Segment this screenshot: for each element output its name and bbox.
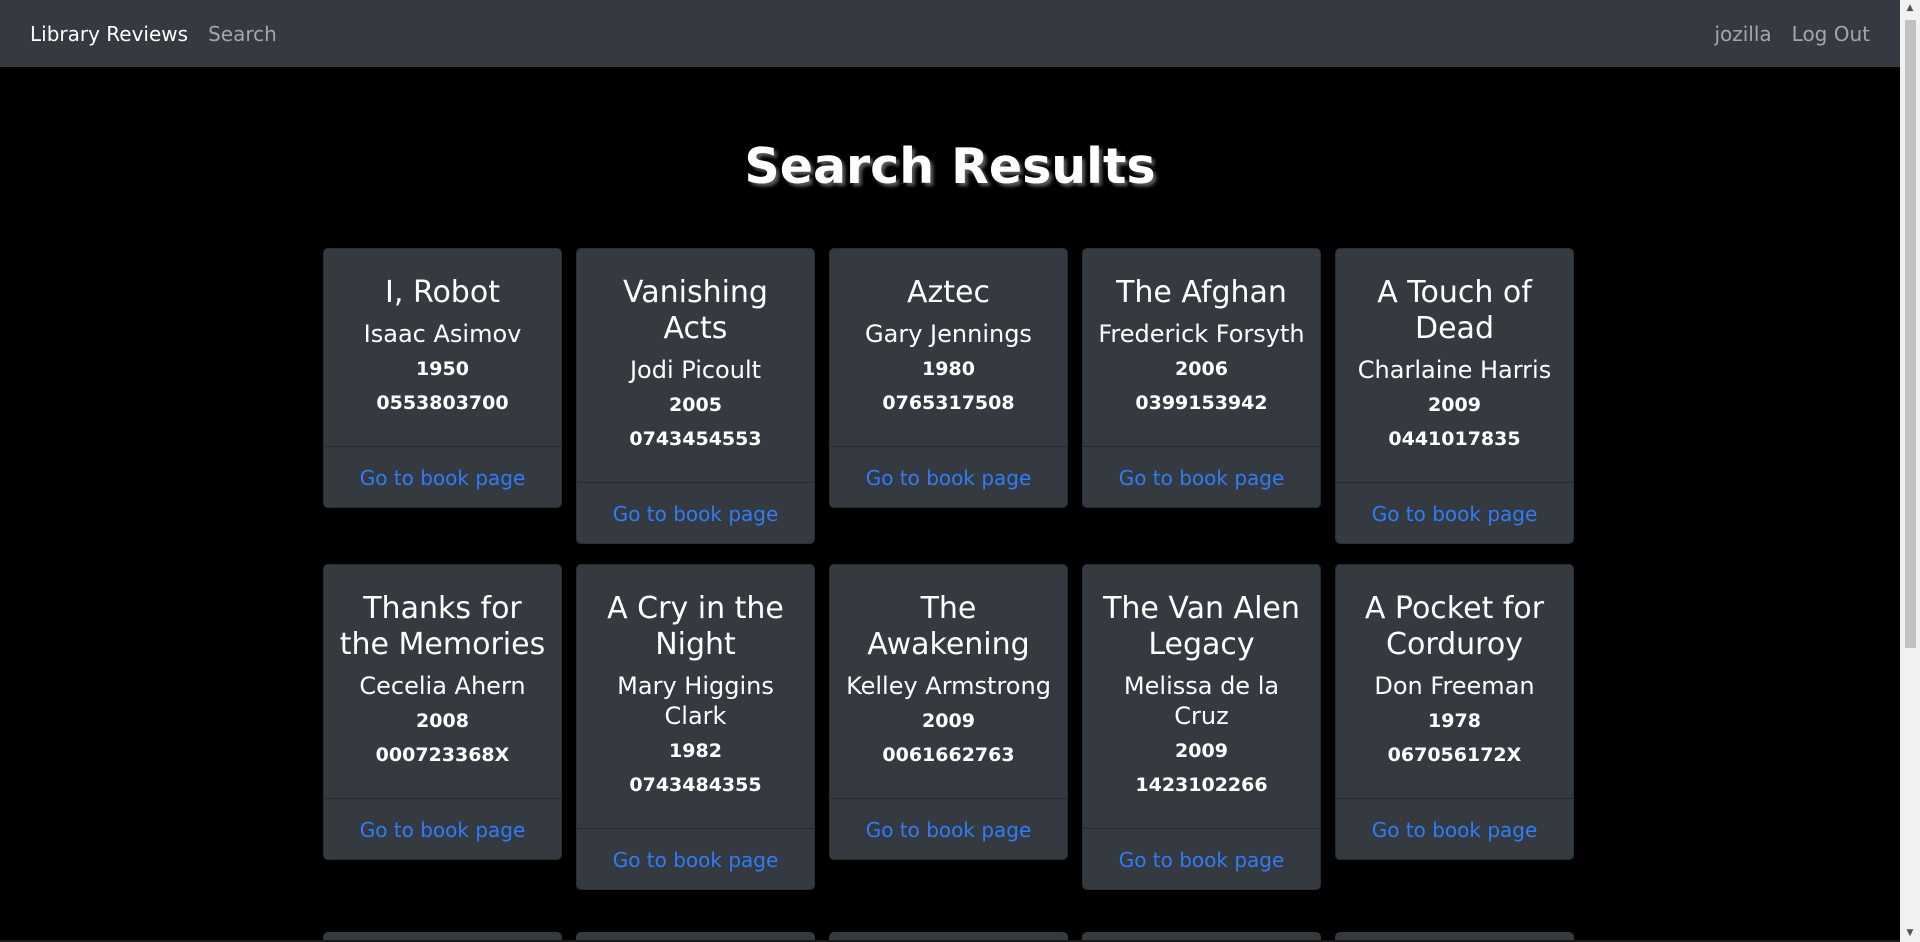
book-card: Vanishing Acts Jodi Picoult 2005 0743454… [576,248,815,544]
book-card: A Cry in the Night Mary Higgins Clark 19… [576,564,815,890]
book-page-link[interactable]: Go to book page [1119,848,1285,872]
book-card: The Afghan Frederick Forsyth 2006 039915… [1082,248,1321,508]
card-body: A Cry in the Night Mary Higgins Clark 19… [577,565,814,828]
book-author: Isaac Asimov [363,320,522,348]
book-year: 2009 [922,710,975,732]
book-year: 2009 [1428,394,1481,416]
book-year: 1982 [669,740,722,762]
book-title: I, Robot [385,275,500,310]
search-link[interactable]: Search [208,22,277,46]
book-year: 1980 [922,358,975,380]
card-body: A Touch of Dead Charlaine Harris 2009 04… [1336,249,1573,482]
card-footer: Go to book page [324,446,561,507]
book-isbn: 0743454553 [629,428,762,450]
book-card: Aztec Gary Jennings 1980 0765317508 Go t… [829,248,1068,508]
book-isbn: 000723368X [375,744,510,766]
card-footer: Go to book page [577,482,814,543]
username-link[interactable]: jozilla [1714,22,1771,46]
book-isbn: 0399153942 [1135,392,1268,414]
book-card: Thanks for the Memories Cecelia Ahern 20… [323,564,562,860]
book-isbn: 1423102266 [1135,774,1268,796]
book-page-link[interactable]: Go to book page [866,466,1032,490]
card-body: I, Robot Isaac Asimov 1950 0553803700 [324,249,561,446]
card-footer: Go to book page [1083,828,1320,889]
book-card: The Van Alen Legacy Melissa de la Cruz 2… [1082,564,1321,890]
book-title: The Afghan [1116,275,1287,310]
book-author: Kelley Armstrong [846,672,1051,700]
book-title: The Van Alen Legacy [1103,591,1300,662]
results-grid: I, Robot Isaac Asimov 1950 0553803700 Go… [323,248,1579,890]
card-footer: Go to book page [577,828,814,889]
book-card: A Pocket for Corduroy Don Freeman 1978 0… [1335,564,1574,860]
card-footer: Go to book page [830,798,1067,859]
vertical-scrollbar[interactable]: ▲ ▼ [1900,0,1920,942]
book-year: 1978 [1428,710,1481,732]
page-title: Search Results [744,138,1156,195]
book-title: A Cry in the Night [607,591,784,662]
book-page-link[interactable]: Go to book page [360,818,526,842]
book-year: 1950 [416,358,469,380]
book-author: Mary Higgins Clark [617,672,774,730]
card-body: The Afghan Frederick Forsyth 2006 039915… [1083,249,1320,446]
book-page-link[interactable]: Go to book page [1372,818,1538,842]
book-year: 2008 [416,710,469,732]
card-body: The Van Alen Legacy Melissa de la Cruz 2… [1083,565,1320,828]
book-author: Charlaine Harris [1357,356,1552,384]
card-body: Aztec Gary Jennings 1980 0765317508 [830,249,1067,446]
book-isbn: 0743484355 [629,774,762,796]
book-title: Vanishing Acts [623,275,768,346]
book-title: The Awakening [867,591,1030,662]
book-author: Frederick Forsyth [1098,320,1305,348]
card-footer: Go to book page [830,446,1067,507]
book-title: A Touch of Dead [1377,275,1532,346]
book-isbn: 0061662763 [882,744,1015,766]
scroll-up-icon[interactable]: ▲ [1900,0,1920,17]
book-author: Cecelia Ahern [359,672,526,700]
scroll-down-icon[interactable]: ▼ [1900,925,1920,942]
book-title: Thanks for the Memories [339,591,546,662]
book-page-link[interactable]: Go to book page [360,466,526,490]
book-author: Don Freeman [1374,672,1535,700]
book-page-link[interactable]: Go to book page [1119,466,1285,490]
book-isbn: 067056172X [1387,744,1522,766]
book-author: Gary Jennings [865,320,1032,348]
book-page-link[interactable]: Go to book page [1372,502,1538,526]
user-nav: jozilla Log Out [1714,22,1870,46]
book-isbn: 0441017835 [1388,428,1521,450]
card-body: Vanishing Acts Jodi Picoult 2005 0743454… [577,249,814,482]
book-card: The Awakening Kelley Armstrong 2009 0061… [829,564,1068,860]
book-card: I, Robot Isaac Asimov 1950 0553803700 Go… [323,248,562,508]
book-year: 2009 [1175,740,1228,762]
book-author: Jodi Picoult [629,356,762,384]
top-navbar: Library Reviews Search jozilla Log Out [0,0,1900,67]
book-card: A Touch of Dead Charlaine Harris 2009 04… [1335,248,1574,544]
book-year: 2006 [1175,358,1228,380]
card-footer: Go to book page [1336,482,1573,543]
book-author: Melissa de la Cruz [1123,672,1280,730]
card-body: A Pocket for Corduroy Don Freeman 1978 0… [1336,565,1573,798]
card-body: The Awakening Kelley Armstrong 2009 0061… [830,565,1067,798]
book-isbn: 0765317508 [882,392,1015,414]
scroll-thumb[interactable] [1905,20,1916,648]
book-year: 2005 [669,394,722,416]
book-isbn: 0553803700 [376,392,509,414]
book-page-link[interactable]: Go to book page [613,848,779,872]
logout-link[interactable]: Log Out [1792,22,1870,46]
book-page-link[interactable]: Go to book page [866,818,1032,842]
book-page-link[interactable]: Go to book page [613,502,779,526]
card-footer: Go to book page [1083,446,1320,507]
card-footer: Go to book page [1336,798,1573,859]
card-footer: Go to book page [324,798,561,859]
card-body: Thanks for the Memories Cecelia Ahern 20… [324,565,561,798]
book-title: A Pocket for Corduroy [1364,591,1545,662]
brand-link[interactable]: Library Reviews [30,22,188,46]
book-title: Aztec [907,275,990,310]
